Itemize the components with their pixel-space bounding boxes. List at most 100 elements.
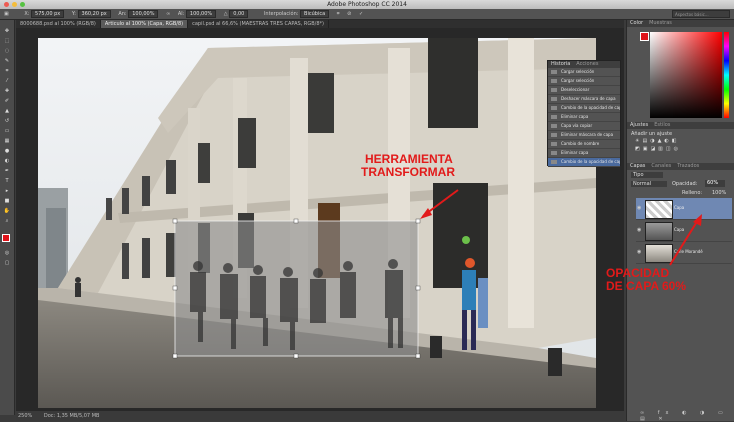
fill-label: Relleno: [682, 190, 703, 196]
warp-icon[interactable]: ⌗ [337, 9, 340, 19]
doc-tab-3[interactable]: capil.psd al 66,6% (MAESTRAS TRES CAPAS,… [188, 20, 329, 28]
visibility-eye-icon[interactable]: ◉ [637, 206, 642, 211]
zoom-tool-icon[interactable]: ⌕ [3, 218, 11, 224]
blur-tool-icon[interactable]: ● [3, 148, 11, 154]
brush-tool-icon[interactable]: ✐ [3, 98, 11, 104]
healing-tool-icon[interactable]: ✚ [3, 88, 11, 94]
move-tool-icon[interactable]: ✥ [3, 28, 11, 34]
zoom-window-button[interactable] [20, 2, 25, 7]
gradient-tool-icon[interactable]: ▦ [3, 138, 11, 144]
visibility-eye-icon[interactable]: ◉ [637, 250, 642, 255]
hue-slider[interactable] [724, 32, 729, 118]
minimize-window-button[interactable] [12, 2, 17, 7]
tab-color[interactable]: Color [627, 20, 646, 26]
opacity-annotation: OPACIDAD DE CAPA 60% [606, 267, 686, 293]
transform-tool-icon: ▣ [4, 11, 9, 17]
y-label: Y: [71, 11, 76, 17]
visibility-eye-icon[interactable]: ◉ [637, 228, 642, 233]
angle-icon: △ [223, 11, 228, 17]
tab-styles[interactable]: Estilos [651, 122, 673, 128]
x-label: X: [24, 11, 30, 17]
lasso-tool-icon[interactable]: ◌ [3, 48, 11, 54]
eyedropper-tool-icon[interactable]: ⁄ [3, 78, 11, 84]
crop-tool-icon[interactable]: ⌗ [3, 68, 11, 74]
adjustments-title: Añadir un ajuste [631, 131, 673, 137]
history-panel-tabs: Historia Acciones [548, 61, 620, 68]
history-item[interactable]: Capa vía copiar [548, 122, 620, 131]
cancel-transform-icon[interactable]: ⊘ [347, 9, 351, 19]
clone-stamp-tool-icon[interactable]: ▲ [3, 108, 11, 114]
marquee-tool-icon[interactable]: ⬚ [3, 38, 11, 44]
fill-input[interactable]: 100% [712, 190, 726, 196]
history-item[interactable]: Deseleccionar [548, 86, 620, 95]
interpolation-select[interactable]: Bicúbica [300, 10, 330, 18]
tab-paths[interactable]: Trazados [674, 163, 702, 169]
height-label: Al: [177, 11, 185, 17]
street-photo-illustration [38, 38, 596, 408]
tab-channels[interactable]: Canales [648, 163, 674, 169]
tab-history[interactable]: Historia [548, 61, 573, 67]
x-input[interactable]: 575,00 px [31, 10, 65, 18]
y-input[interactable]: 360,20 px [77, 10, 111, 18]
transform-annotation-line2: TRANSFORMAR [361, 165, 455, 179]
history-item[interactable]: Cargar selección [548, 77, 620, 86]
color-picker-field[interactable] [650, 32, 722, 118]
doc-tab-1[interactable]: 8000688.psd al 100% (RGB/8) [16, 20, 101, 28]
adjustments-panel-tabs: Ajustes Estilos [627, 122, 734, 129]
history-panel: Historia Acciones Cargar selección Cargar… [547, 60, 621, 167]
history-item[interactable]: Eliminar capa [548, 113, 620, 122]
width-input[interactable]: 100,00% [128, 10, 159, 18]
opacity-input[interactable]: 60% [705, 180, 725, 187]
zoom-level[interactable]: 250% [18, 413, 32, 419]
opacity-annotation-arrow [669, 214, 702, 266]
options-bar: ▣ X: 575,00 px Y: 360,20 px An: 100,00% … [0, 9, 734, 20]
close-window-button[interactable] [4, 2, 9, 7]
opacity-label: Opacidad: [672, 181, 698, 187]
hand-tool-icon[interactable]: ✋ [3, 208, 11, 214]
window-title: Adobe Photoshop CC 2014 [327, 1, 407, 8]
tab-actions[interactable]: Acciones [573, 61, 601, 67]
document-canvas[interactable] [38, 38, 596, 408]
eraser-tool-icon[interactable]: ▭ [3, 128, 11, 134]
workspace-search-input[interactable]: Aspectos básic... [672, 10, 730, 18]
status-bar: 250% Doc: 1,35 MB/5,07 MB [16, 411, 624, 421]
screen-mode-icon[interactable]: ▢ [3, 260, 11, 266]
history-item[interactable]: Deshacer máscara de capa [548, 95, 620, 104]
history-brush-tool-icon[interactable]: ↺ [3, 118, 11, 124]
blend-mode-select[interactable]: Normal [631, 181, 667, 187]
history-item[interactable]: Cargar selección [548, 68, 620, 77]
adjustment-icons-row2[interactable]: ◩▣◪▥◫◎ [635, 146, 681, 152]
history-item[interactable]: Cambio de nombre [548, 140, 620, 149]
quick-mask-icon[interactable]: ◎ [3, 250, 11, 256]
commit-transform-icon[interactable]: ✓ [359, 9, 363, 19]
tools-panel: ✥ ⬚ ◌ ✎ ⌗ ⁄ ✚ ✐ ▲ ↺ ▭ ▦ ● ◐ ✒ T ▸ ■ ✋ ⌕ … [0, 20, 15, 415]
history-item[interactable]: Eliminar máscara de capa [548, 131, 620, 140]
color-panel-tabs: Color Muestras [627, 20, 734, 27]
height-input[interactable]: 100,00% [185, 10, 217, 18]
shape-tool-icon[interactable]: ■ [3, 198, 11, 204]
doc-size[interactable]: Doc: 1,35 MB/5,07 MB [44, 413, 100, 419]
pen-tool-icon[interactable]: ✒ [3, 168, 11, 174]
link-icon[interactable]: ∞ [166, 9, 170, 19]
history-item-selected[interactable]: Cambio de la opacidad de capa [548, 158, 620, 167]
angle-input[interactable]: 0,00 [229, 10, 249, 18]
type-tool-icon[interactable]: T [3, 178, 11, 184]
interpolation-label: Interpolación: [263, 11, 299, 17]
layers-panel-tabs: Capas Canales Trazados [627, 163, 734, 170]
history-item[interactable]: Cambio de la opacidad de capa [548, 104, 620, 113]
color-panel-foreground-swatch[interactable] [640, 32, 649, 41]
history-item[interactable]: Eliminar capa [548, 149, 620, 158]
layer-kind-filter[interactable]: Tipo [631, 172, 663, 178]
path-select-tool-icon[interactable]: ▸ [3, 188, 11, 194]
width-label: An: [118, 11, 127, 17]
adjustment-icons-row1[interactable]: ☀▤◑▲◐◧ [635, 138, 680, 144]
layers-footer-icons[interactable]: ∞ fx ◐ ◑ ▭ ▤ ✕ [640, 410, 734, 422]
quick-select-tool-icon[interactable]: ✎ [3, 58, 11, 64]
transform-layer-overlay[interactable] [172, 218, 421, 359]
foreground-color-swatch[interactable] [2, 234, 10, 242]
tab-swatches[interactable]: Muestras [646, 20, 675, 26]
doc-tab-2[interactable]: Articulo al 100% (Capa, RGB/8) [100, 20, 189, 28]
tab-adjustments[interactable]: Ajustes [627, 122, 651, 128]
tab-layers[interactable]: Capas [627, 163, 648, 169]
dodge-tool-icon[interactable]: ◐ [3, 158, 11, 164]
